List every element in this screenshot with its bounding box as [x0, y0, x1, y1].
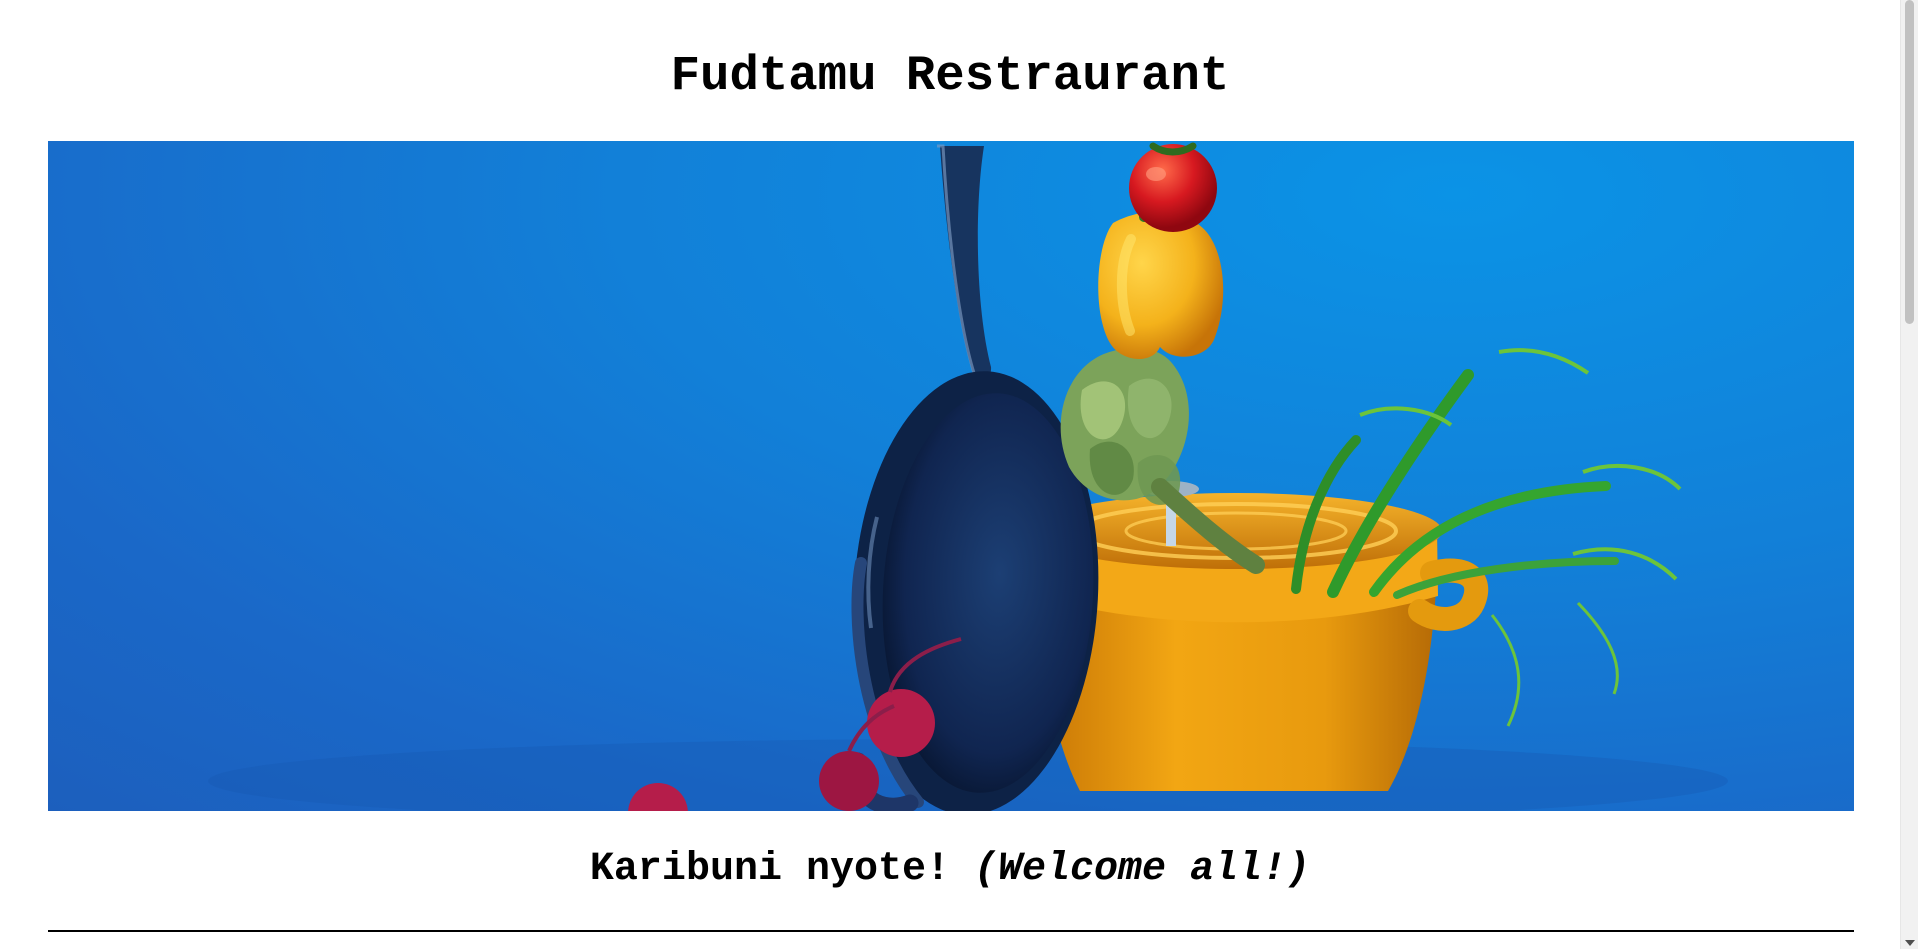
section-divider	[48, 930, 1854, 932]
scroll-down-arrow-icon[interactable]	[1905, 940, 1915, 946]
welcome-english: (Welcome all!)	[974, 847, 1311, 892]
scrollbar-thumb[interactable]	[1905, 0, 1914, 324]
hero-illustration	[208, 142, 1728, 811]
welcome-heading: Karibuni nyote! (Welcome all!)	[0, 846, 1900, 894]
page-content: Fudtamu Restraurant Karibuni nyote! (Wel…	[0, 0, 1900, 949]
page-title: Fudtamu Restraurant	[670, 48, 1230, 104]
welcome-swahili: Karibuni nyote!	[589, 847, 950, 892]
vertical-scrollbar[interactable]	[1900, 0, 1918, 949]
hero-image	[48, 141, 1854, 811]
